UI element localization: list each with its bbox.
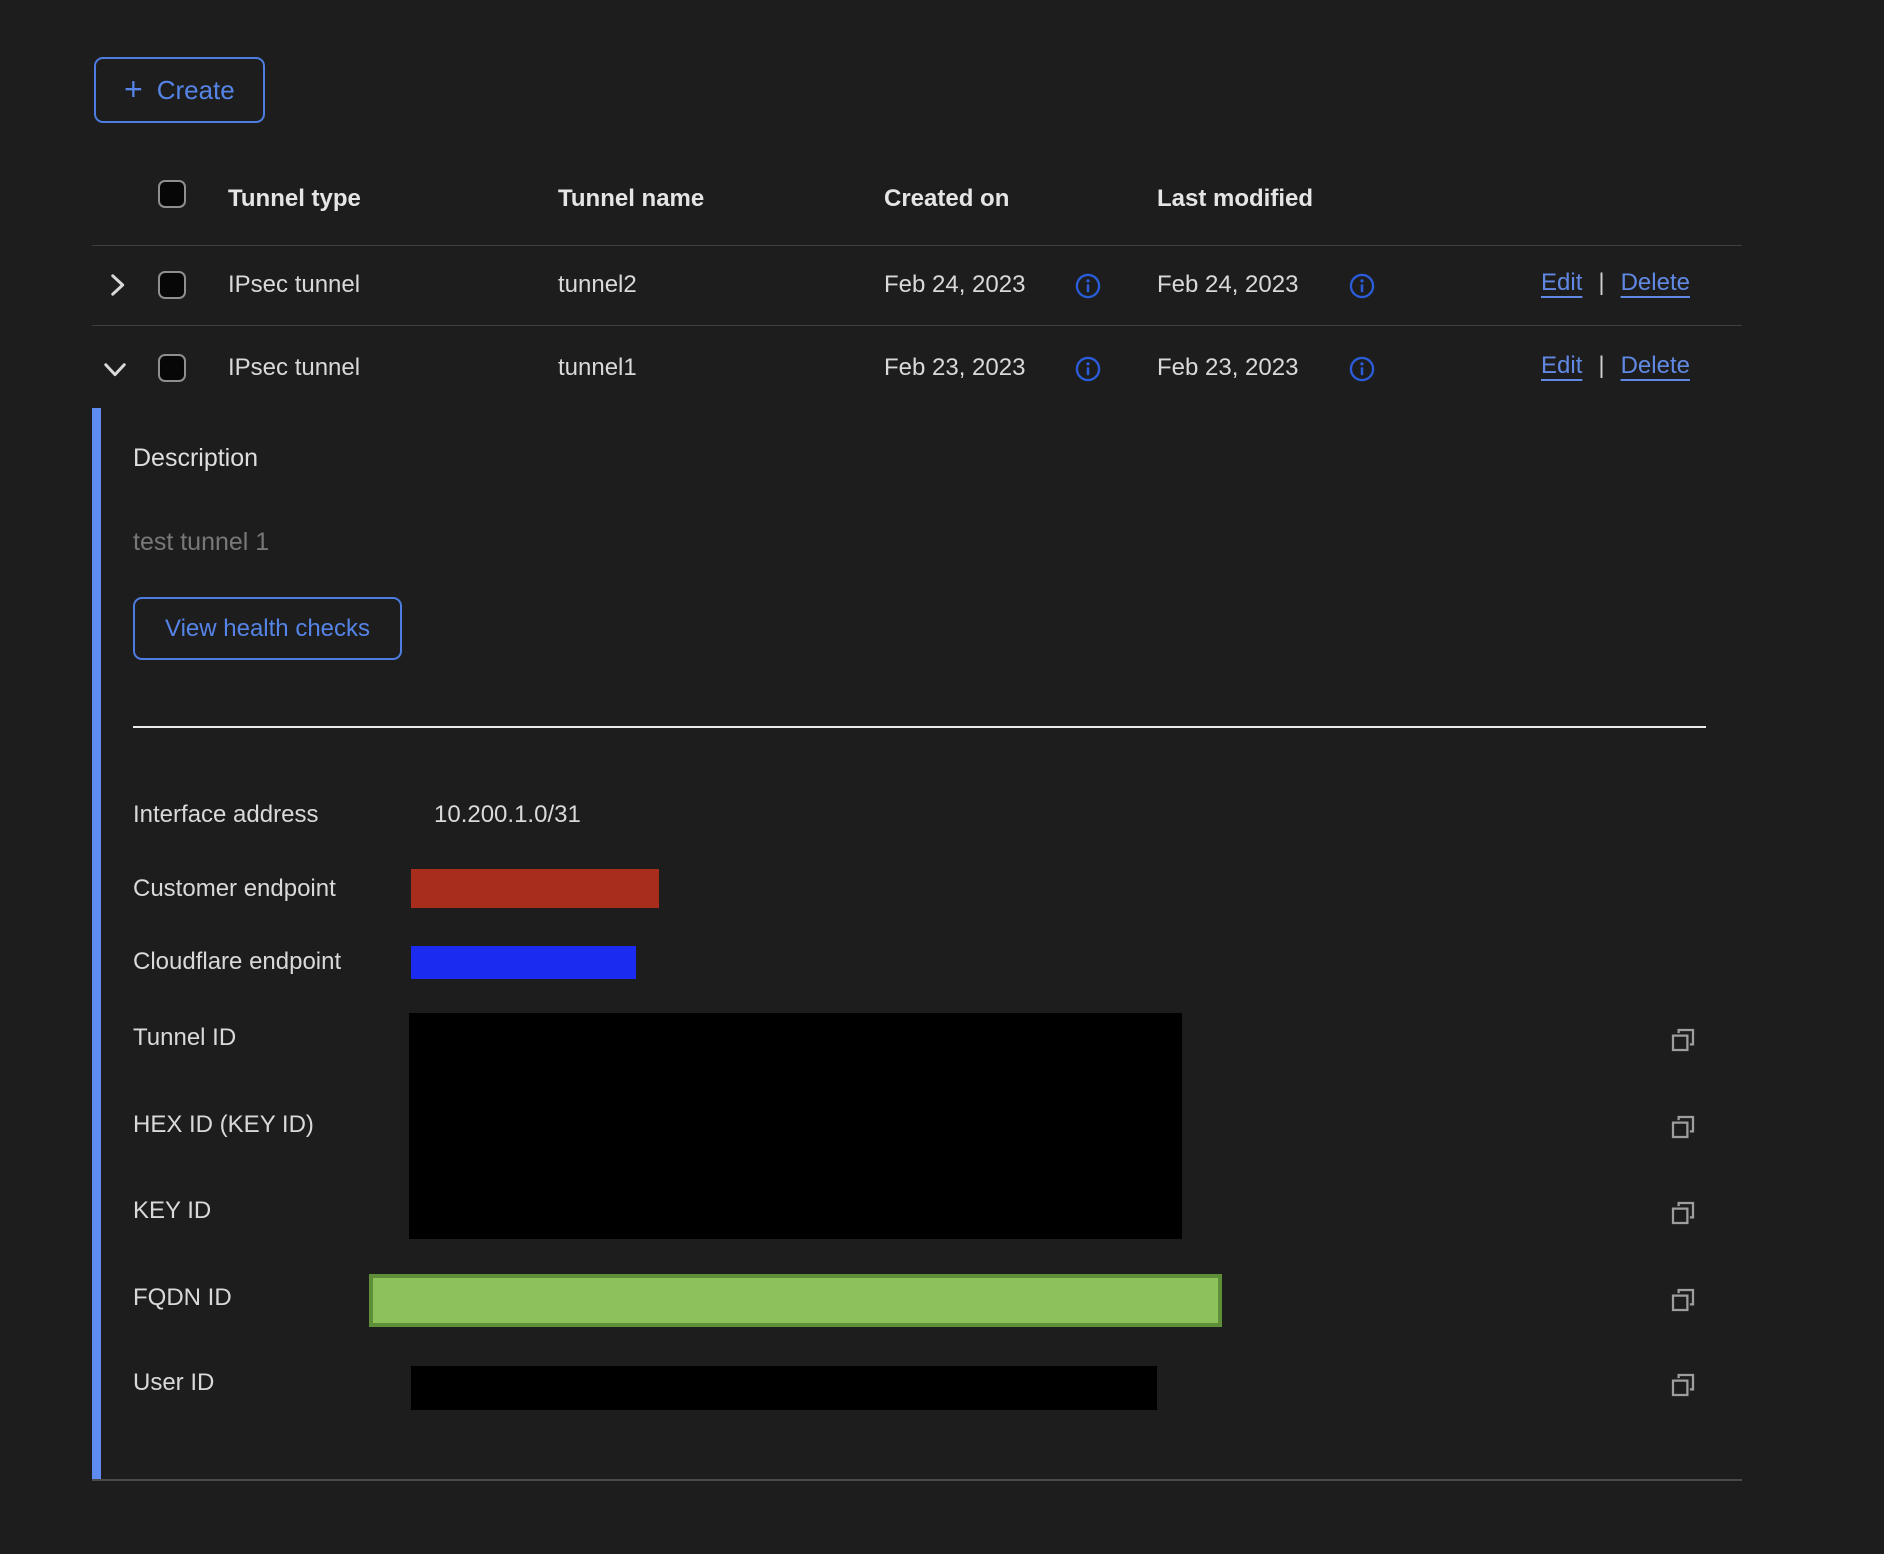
copy-key-id-button[interactable] bbox=[1668, 1198, 1698, 1228]
cloudflare-endpoint-label: Cloudflare endpoint bbox=[133, 948, 341, 976]
row-divider bbox=[92, 325, 1742, 326]
ipsec-tunnels-page: + Create Tunnel type Tunnel name Created… bbox=[0, 0, 1884, 1554]
delete-link[interactable]: Delete bbox=[1621, 352, 1690, 380]
delete-link[interactable]: Delete bbox=[1621, 269, 1690, 297]
description-value: test tunnel 1 bbox=[133, 528, 269, 557]
interface-address-value: 10.200.1.0/31 bbox=[434, 801, 581, 829]
cell-last-modified: Feb 23, 2023 bbox=[1157, 354, 1298, 382]
customer-endpoint-redacted-value bbox=[411, 869, 659, 908]
action-separator: | bbox=[1598, 352, 1604, 380]
cell-last-modified: Feb 24, 2023 bbox=[1157, 271, 1298, 299]
copy-icon bbox=[1668, 1198, 1698, 1228]
action-separator: | bbox=[1598, 269, 1604, 297]
customer-endpoint-label: Customer endpoint bbox=[133, 875, 336, 903]
cell-tunnel-type: IPsec tunnel bbox=[228, 271, 360, 299]
cloudflare-endpoint-redacted-value bbox=[411, 946, 636, 979]
column-header-created-on: Created on bbox=[884, 185, 1009, 213]
user-id-redacted-value bbox=[411, 1366, 1157, 1410]
info-icon[interactable] bbox=[1074, 272, 1102, 300]
cell-created-on: Feb 24, 2023 bbox=[884, 271, 1025, 299]
select-row-checkbox[interactable] bbox=[158, 354, 186, 382]
column-header-tunnel-type: Tunnel type bbox=[228, 185, 361, 213]
detail-divider bbox=[133, 726, 1706, 728]
edit-link[interactable]: Edit bbox=[1541, 352, 1582, 380]
info-icon[interactable] bbox=[1074, 355, 1102, 383]
info-icon[interactable] bbox=[1348, 272, 1376, 300]
select-row-checkbox[interactable] bbox=[158, 271, 186, 299]
copy-hex-id-button[interactable] bbox=[1668, 1112, 1698, 1142]
cell-tunnel-name: tunnel2 bbox=[558, 271, 637, 299]
view-health-checks-button[interactable]: View health checks bbox=[133, 597, 402, 660]
copy-icon bbox=[1668, 1025, 1698, 1055]
copy-user-id-button[interactable] bbox=[1668, 1370, 1698, 1400]
header-divider bbox=[92, 245, 1742, 246]
copy-icon bbox=[1668, 1285, 1698, 1315]
key-id-label: KEY ID bbox=[133, 1197, 211, 1225]
ids-redacted-value bbox=[409, 1013, 1182, 1239]
copy-tunnel-id-button[interactable] bbox=[1668, 1025, 1698, 1055]
fqdn-id-label: FQDN ID bbox=[133, 1284, 232, 1312]
copy-icon bbox=[1668, 1112, 1698, 1142]
cell-created-on: Feb 23, 2023 bbox=[884, 354, 1025, 382]
tunnel-id-label: Tunnel ID bbox=[133, 1024, 236, 1052]
panel-bottom-divider bbox=[92, 1479, 1742, 1481]
info-icon[interactable] bbox=[1348, 355, 1376, 383]
description-label: Description bbox=[133, 444, 258, 473]
column-header-last-modified: Last modified bbox=[1157, 185, 1313, 213]
edit-link[interactable]: Edit bbox=[1541, 269, 1582, 297]
select-all-checkbox[interactable] bbox=[158, 180, 186, 208]
create-button[interactable]: + Create bbox=[94, 57, 265, 123]
chevron-down-icon[interactable] bbox=[98, 352, 132, 386]
copy-fqdn-id-button[interactable] bbox=[1668, 1285, 1698, 1315]
hex-id-label: HEX ID (KEY ID) bbox=[133, 1111, 314, 1139]
expanded-row-indicator-bar bbox=[92, 408, 101, 1479]
fqdn-id-redacted-value bbox=[369, 1274, 1222, 1327]
chevron-right-icon[interactable] bbox=[100, 268, 134, 302]
cell-tunnel-type: IPsec tunnel bbox=[228, 354, 360, 382]
user-id-label: User ID bbox=[133, 1369, 214, 1397]
create-button-label: Create bbox=[157, 75, 235, 106]
plus-icon: + bbox=[124, 73, 143, 105]
column-header-tunnel-name: Tunnel name bbox=[558, 185, 704, 213]
view-health-checks-label: View health checks bbox=[165, 615, 370, 643]
copy-icon bbox=[1668, 1370, 1698, 1400]
cell-tunnel-name: tunnel1 bbox=[558, 354, 637, 382]
interface-address-label: Interface address bbox=[133, 801, 318, 829]
